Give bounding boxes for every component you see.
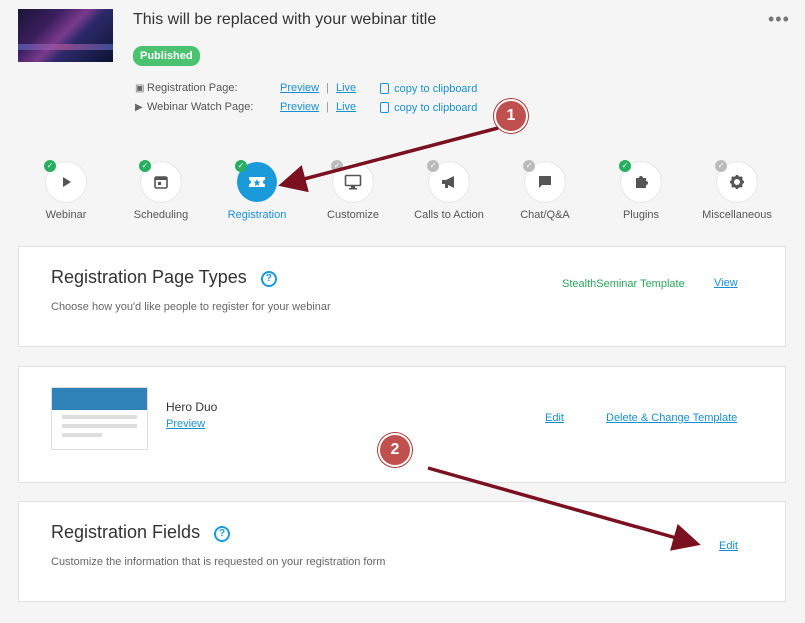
annotation-marker-1: 1 [494, 99, 528, 133]
annotation-arrows [278, 126, 701, 551]
annotation-arrow-2 [427, 466, 701, 551]
annotation-marker-2: 2 [378, 433, 412, 467]
annotation-arrow-1 [278, 126, 499, 193]
